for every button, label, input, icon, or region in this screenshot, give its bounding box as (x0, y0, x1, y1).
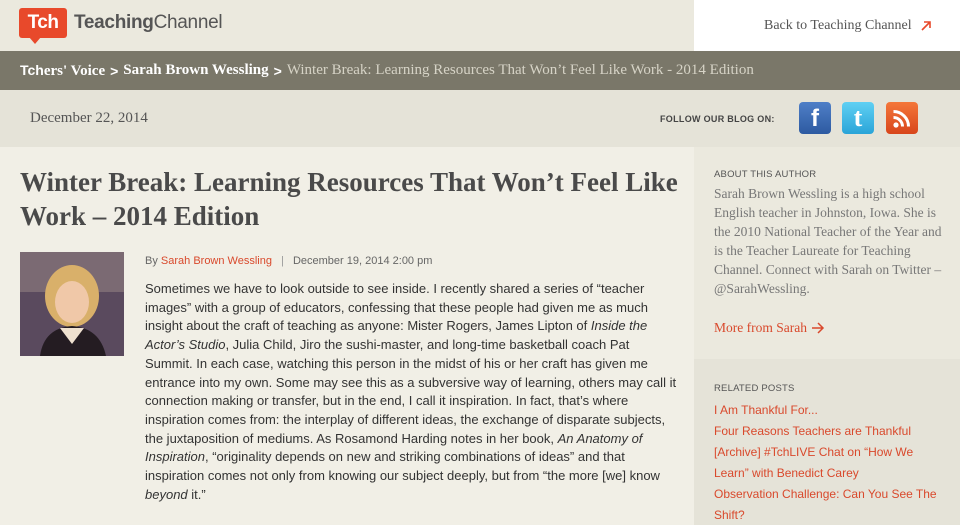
breadcrumb-root[interactable]: Tchers' Voice (20, 62, 105, 80)
logo-text-bold: Teaching (74, 12, 154, 33)
date-bar: December 22, 2014 FOLLOW OUR BLOG ON: f … (0, 90, 960, 147)
article: Winter Break: Learning Resources That Wo… (0, 147, 694, 525)
byline-timestamp: December 19, 2014 2:00 pm (292, 255, 433, 267)
more-from-sarah-link[interactable]: More from Sarah (714, 320, 825, 336)
body-italic: beyond (145, 486, 188, 502)
body-segment: , “originality depends on new and striki… (145, 449, 660, 484)
sidebar: ABOUT THIS AUTHOR Sarah Brown Wessling i… (694, 147, 960, 525)
about-text: Sarah Brown Wessling is a high school En… (714, 186, 942, 296)
teaching-channel-logo[interactable]: Tch TeachingChannel (19, 8, 223, 44)
more-from-label: More from Sarah (714, 320, 807, 335)
arrow-right-icon (811, 322, 825, 334)
twitter-icon[interactable]: t (842, 102, 874, 134)
breadcrumb-separator: > (110, 62, 119, 79)
byline-author-link[interactable]: Sarah Brown Wessling (161, 255, 272, 267)
breadcrumb-root-text: ers' Voice (43, 62, 106, 79)
logo-text-rest: Channel (153, 12, 223, 33)
follow-label: FOLLOW OUR BLOG ON: (660, 114, 775, 124)
about-heading: ABOUT THIS AUTHOR (714, 169, 817, 180)
article-title: Winter Break: Learning Resources That Wo… (20, 167, 678, 231)
about-author-box: ABOUT THIS AUTHOR Sarah Brown Wessling i… (694, 147, 960, 359)
facebook-icon[interactable]: f (799, 102, 831, 134)
body-segment: Sometimes we have to look outside to see… (145, 281, 648, 334)
arrow-up-right-icon (920, 20, 932, 32)
article-body: Sometimes we have to look outside to see… (145, 280, 680, 504)
byline-by: By (145, 255, 158, 267)
rss-icon[interactable] (886, 102, 918, 134)
top-header: Tch TeachingChannel Back to Teaching Cha… (0, 0, 960, 51)
body-segment: , Julia Child, Jiro the sushi-master, an… (145, 337, 677, 446)
byline: By Sarah Brown Wessling | December 19, 2… (145, 255, 432, 267)
breadcrumb: Tchers' Voice > Sarah Brown Wessling > W… (0, 51, 960, 90)
logo-text: TeachingChannel (74, 12, 223, 34)
related-post-link[interactable]: [Archive] #TchLIVE Chat on “How We Learn… (714, 442, 950, 484)
related-post-link[interactable]: I Am Thankful For... (714, 400, 950, 421)
byline-divider: | (281, 255, 284, 267)
breadcrumb-tch: Tch (20, 61, 44, 78)
body-segment: it.” (187, 486, 206, 502)
related-heading: RELATED POSTS (714, 383, 795, 394)
breadcrumb-current: Winter Break: Learning Resources That Wo… (286, 62, 754, 78)
post-date: December 22, 2014 (30, 110, 148, 126)
author-photo (20, 252, 124, 356)
related-posts-list: I Am Thankful For... Four Reasons Teache… (714, 400, 950, 525)
breadcrumb-separator: > (273, 62, 282, 79)
related-post-link[interactable]: Four Reasons Teachers are Thankful (714, 421, 950, 442)
breadcrumb-author[interactable]: Sarah Brown Wessling (123, 62, 268, 79)
back-link[interactable]: Back to Teaching Channel (764, 18, 912, 34)
related-post-link[interactable]: Observation Challenge: Can You See The S… (714, 484, 950, 525)
back-to-teaching-channel[interactable]: Back to Teaching Channel (694, 0, 960, 51)
logo-badge: Tch (19, 8, 67, 44)
